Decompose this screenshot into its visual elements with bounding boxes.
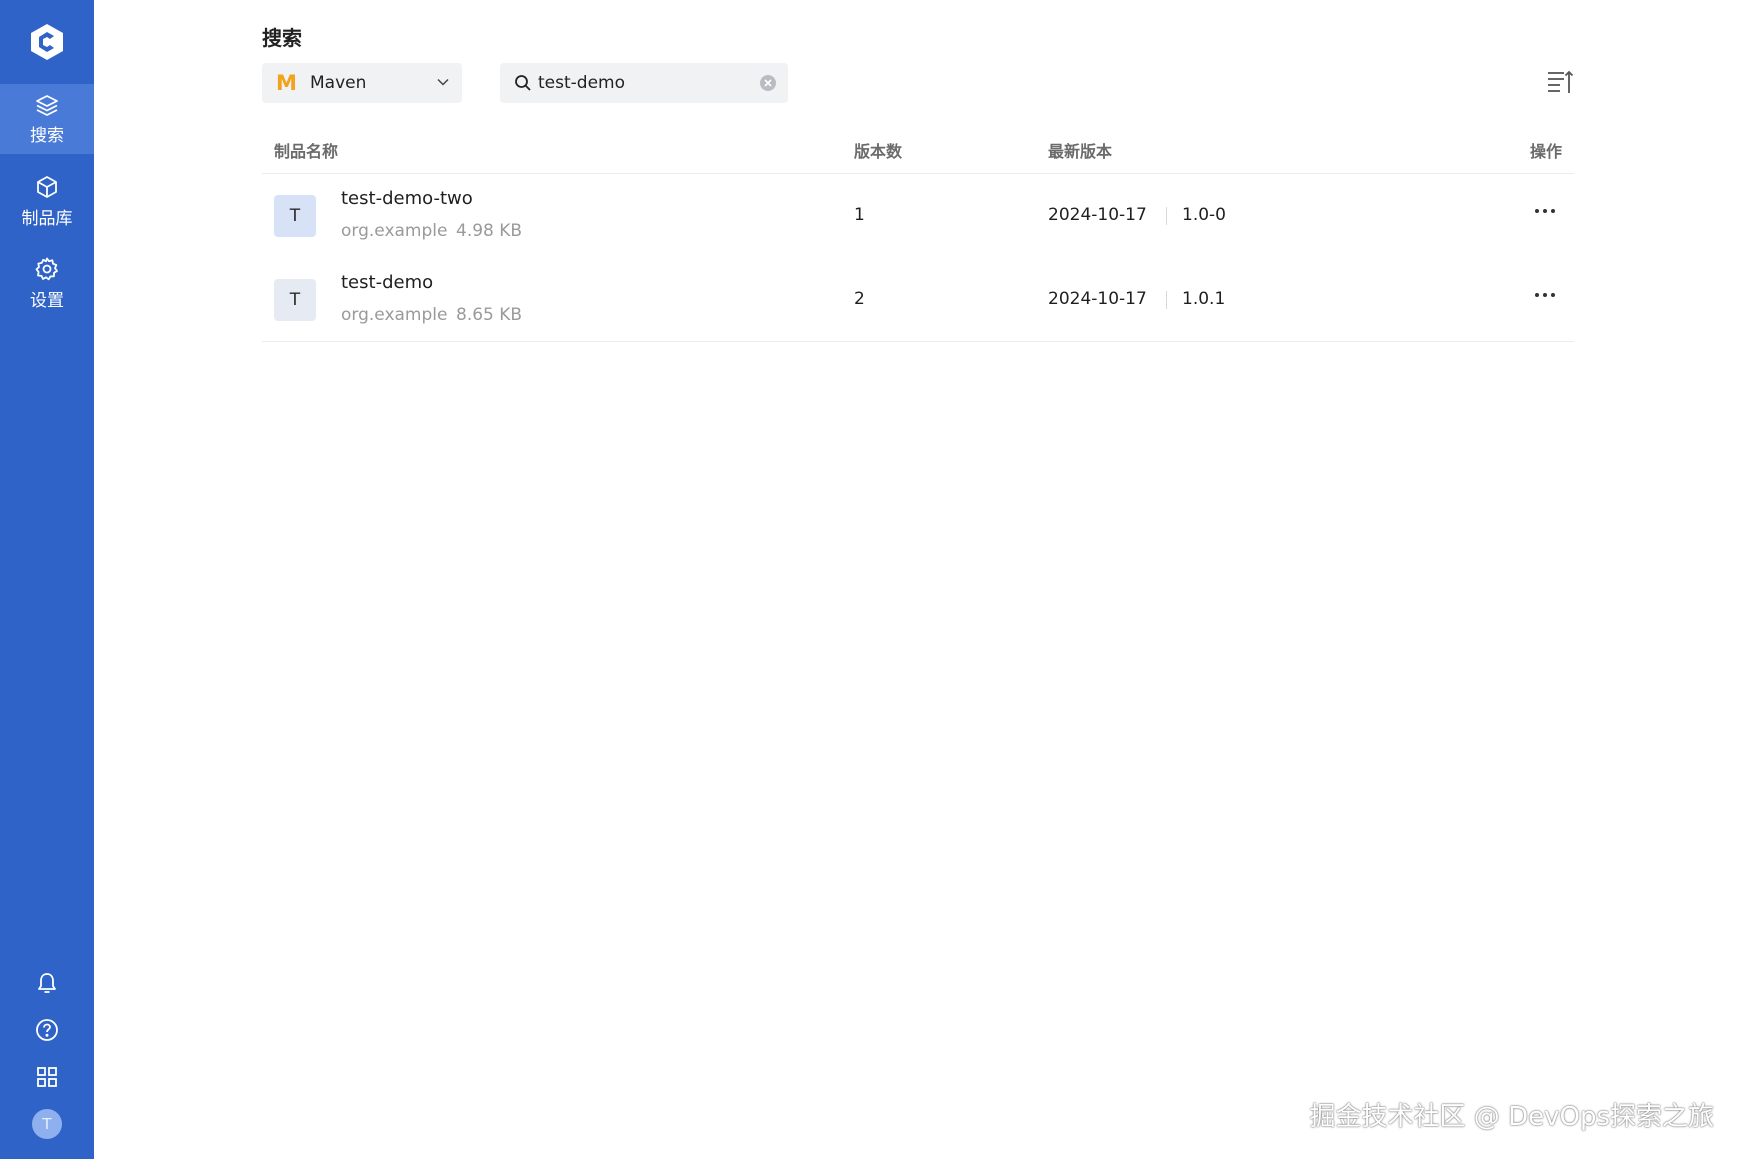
latest-date: 2024-10-17: [1048, 289, 1147, 309]
artifact-group: org.example: [341, 305, 448, 325]
artifact-name[interactable]: test-demo: [341, 272, 433, 293]
latest-date: 2024-10-17: [1048, 205, 1147, 225]
more-actions-button[interactable]: [1534, 284, 1556, 303]
artifact-size: 8.65 KB: [456, 305, 523, 325]
artifact-initial-tile: T: [274, 279, 316, 321]
header-artifact-name: 制品名称: [274, 142, 339, 161]
sidebar-item-repository[interactable]: 制品库: [0, 166, 94, 236]
table-row[interactable]: T test-demo org.example 8.65 KB 2 2024-1…: [262, 258, 1574, 342]
help-circle-icon: [36, 1019, 58, 1041]
more-actions-button[interactable]: [1534, 200, 1556, 219]
repo-type-value: Maven: [310, 73, 367, 93]
app-logo[interactable]: [0, 0, 94, 84]
artifact-size: 4.98 KB: [456, 221, 523, 241]
header-actions: 操作: [1530, 142, 1563, 161]
close-icon: [764, 79, 772, 87]
gear-icon: [35, 257, 58, 280]
sort-button[interactable]: [1546, 69, 1574, 99]
toolbar: M Maven: [262, 63, 1574, 103]
layers-icon: [36, 94, 58, 116]
search-input[interactable]: [538, 73, 748, 93]
app-logo-icon: [31, 24, 63, 60]
sidebar-item-label: 制品库: [21, 208, 73, 229]
table-row[interactable]: T test-demo-two org.example 4.98 KB 1 20…: [262, 174, 1574, 258]
divider: [1166, 207, 1167, 225]
sort-icon: [1548, 70, 1574, 93]
help-button[interactable]: [27, 1010, 67, 1050]
latest-version: 1.0.1: [1182, 289, 1226, 309]
clear-search-button[interactable]: [760, 75, 776, 91]
watermark: 掘金技术社区 @ DevOps探索之旅: [1309, 1102, 1714, 1132]
page-title: 搜索: [262, 26, 302, 50]
latest-version: 1.0-0: [1182, 205, 1226, 225]
artifact-group: org.example: [341, 221, 448, 241]
more-horizontal-icon: [1535, 293, 1555, 297]
divider: [1166, 291, 1167, 309]
sidebar-item-search[interactable]: 搜索: [0, 84, 94, 154]
sidebar: 搜索 制品库 设置 T: [0, 0, 94, 1159]
artifact-table: 制品名称 版本数 最新版本 操作 T test-demo-two org.exa…: [262, 130, 1574, 342]
search-icon: [515, 75, 531, 91]
cube-icon: [37, 175, 57, 198]
repo-type-select[interactable]: M Maven: [262, 63, 462, 103]
table-header: 制品名称 版本数 最新版本 操作: [262, 130, 1574, 174]
maven-logo: M: [276, 71, 297, 95]
more-horizontal-icon: [1535, 209, 1555, 213]
version-count: 1: [854, 205, 865, 225]
header-version-count: 版本数: [854, 142, 903, 161]
user-avatar[interactable]: T: [32, 1109, 62, 1139]
header-latest-version: 最新版本: [1048, 142, 1113, 161]
chevron-down-icon: [437, 78, 449, 86]
notifications-button[interactable]: [27, 963, 67, 1003]
avatar-initial: T: [42, 1115, 52, 1133]
apps-button[interactable]: [27, 1057, 67, 1097]
sidebar-item-settings[interactable]: 设置: [0, 248, 94, 318]
grid-icon: [37, 1067, 57, 1087]
version-count: 2: [854, 289, 865, 309]
artifact-initial-tile: T: [274, 195, 316, 237]
search-box: [500, 63, 788, 103]
sidebar-item-label: 搜索: [30, 125, 64, 146]
main-content: 搜索 M Maven test-demo 制品名称 版本数 最新版本 操作 T …: [262, 0, 1574, 1159]
artifact-name[interactable]: test-demo-two: [341, 188, 473, 209]
sidebar-bottom: T: [0, 956, 94, 1139]
bell-icon: [38, 973, 56, 993]
sidebar-item-label: 设置: [30, 290, 64, 311]
